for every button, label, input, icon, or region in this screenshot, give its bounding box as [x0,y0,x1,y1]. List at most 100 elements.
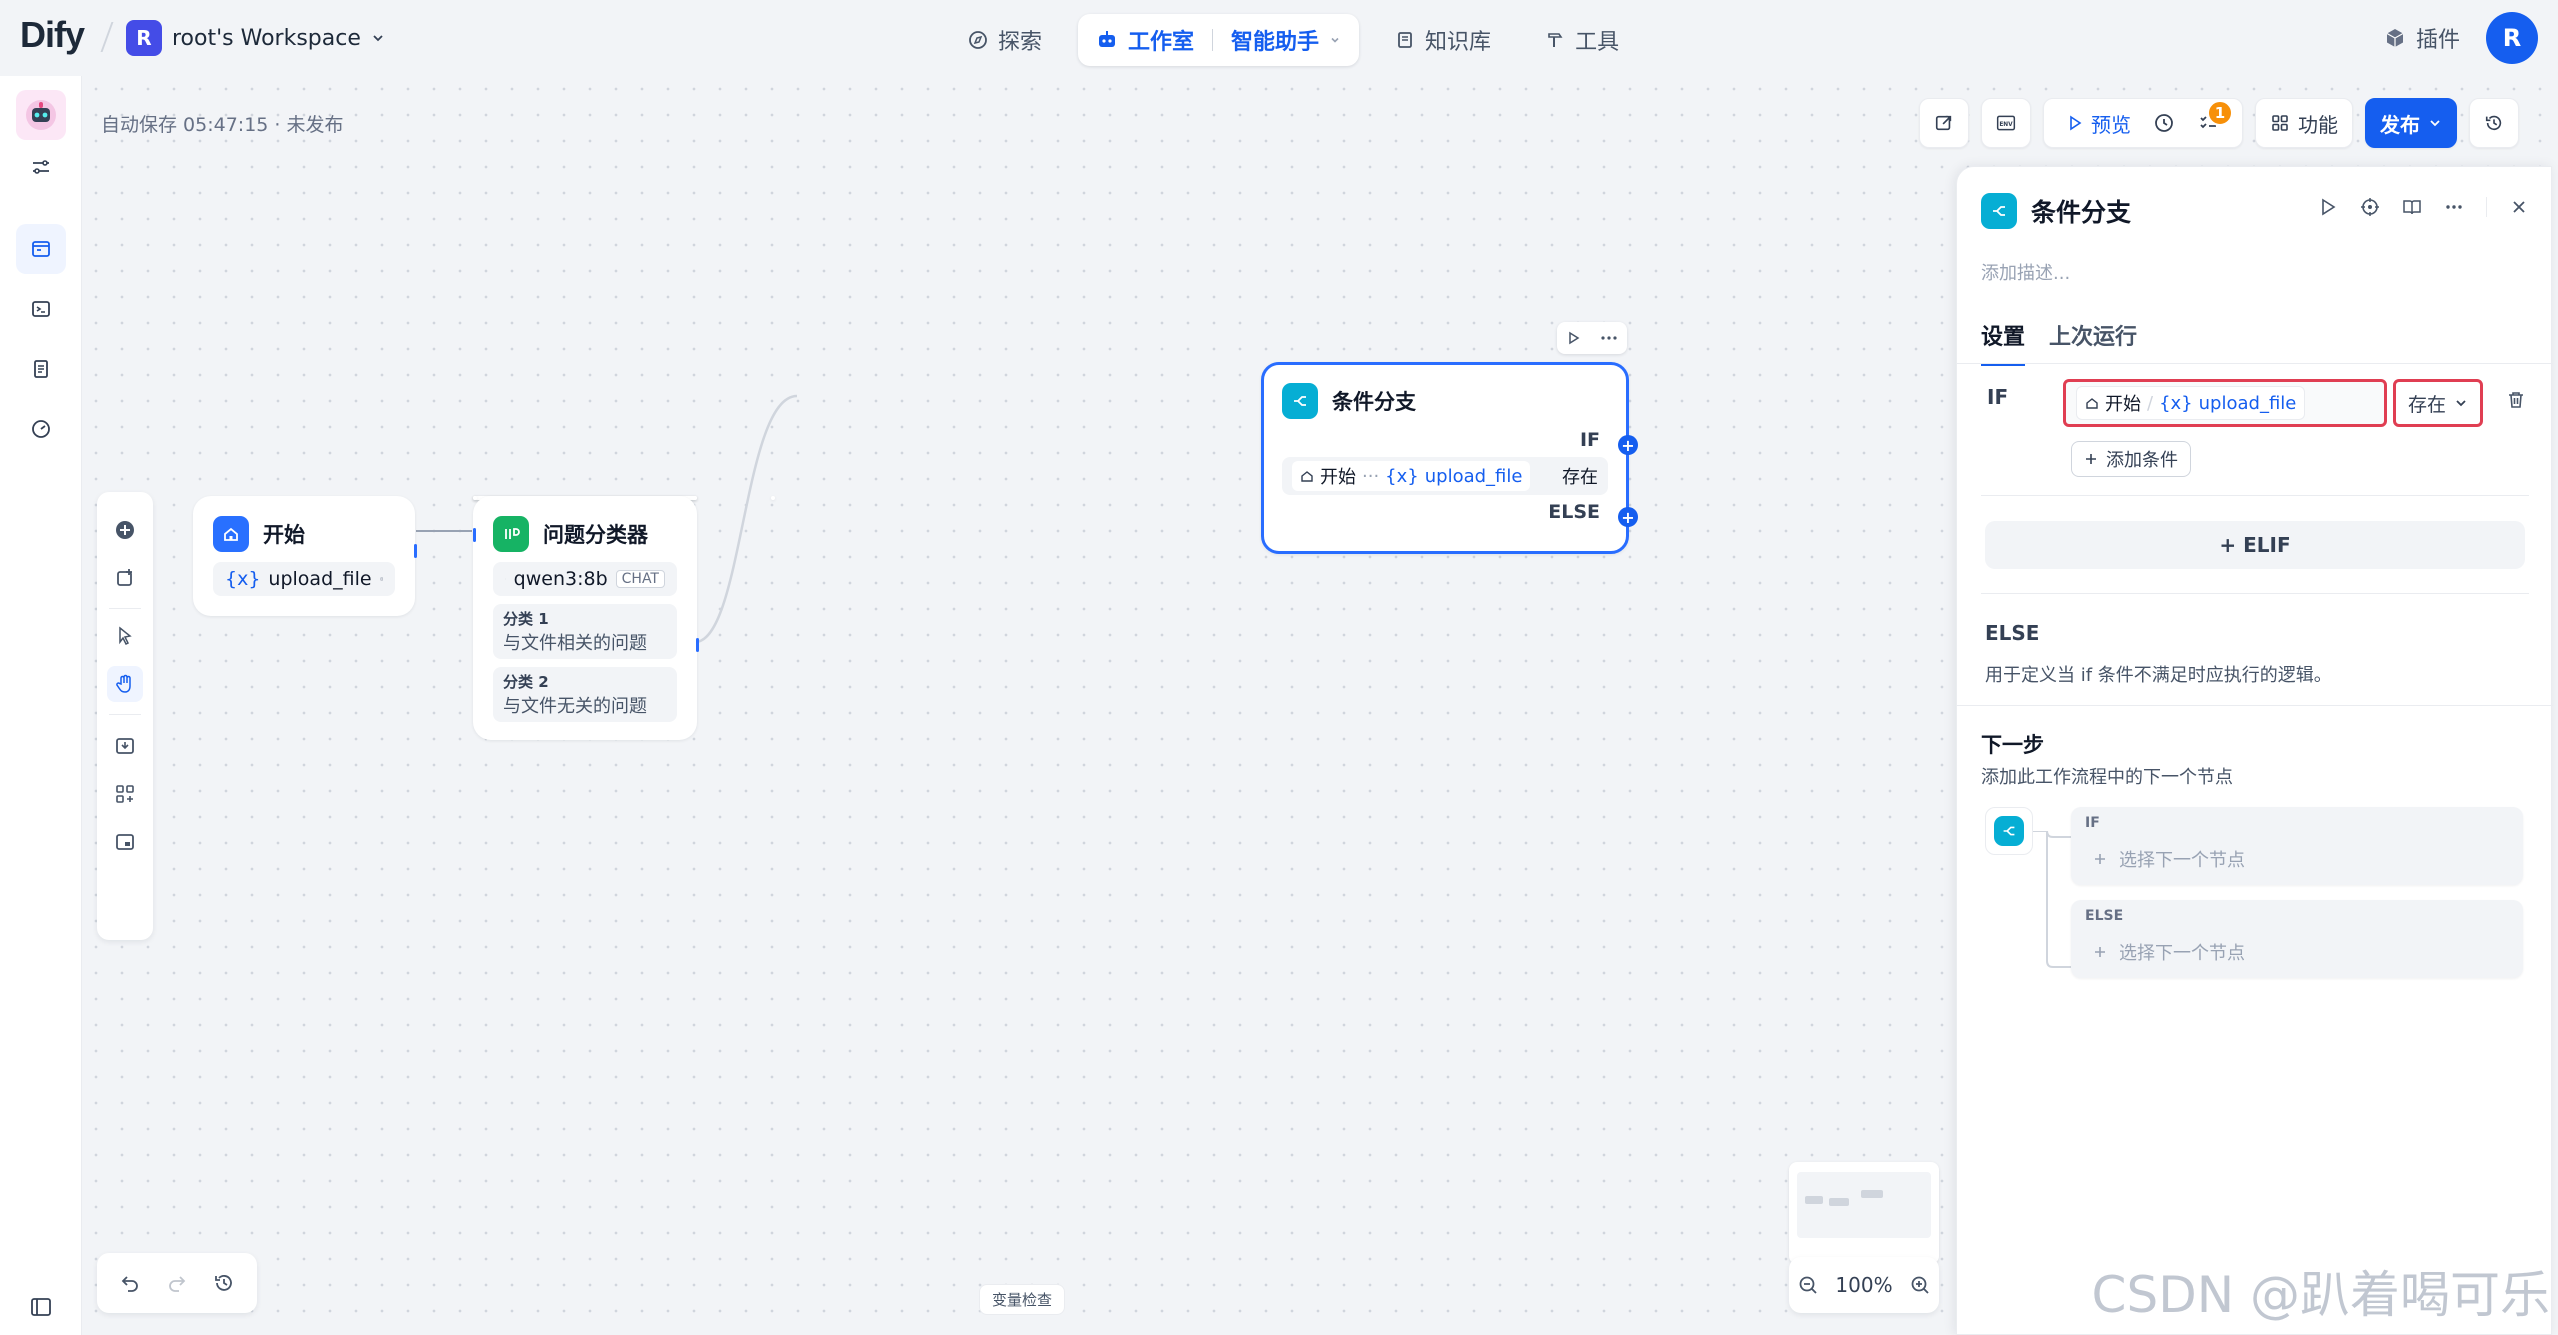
collapse-sidebar-icon[interactable] [16,1282,66,1332]
nav-tools[interactable]: 工具 [1527,14,1637,66]
robot-icon [1099,31,1116,47]
panel-header: 条件分支 [1981,193,2131,229]
grid-icon [2272,115,2288,131]
nav-app-label[interactable]: 智能助手 [1231,24,1319,56]
nav-studio[interactable]: 工作室 智能助手 [1078,14,1360,66]
features-label: 功能 [2298,112,2338,137]
orchestrate-icon[interactable] [16,224,66,274]
workspace-switcher[interactable]: R root's Workspace [126,20,385,56]
output-handle[interactable] [414,544,417,558]
settings-sliders-icon[interactable] [16,142,66,192]
output-handle-class1[interactable] [696,638,699,652]
more-icon[interactable] [1600,331,1618,345]
node-start[interactable]: 开始 {x} upload_file [193,496,417,616]
variable-icon: {x} [225,568,261,590]
publish-button[interactable]: 发布 [2365,98,2457,148]
node-title: 问题分类器 [543,523,648,547]
add-condition-label: 添加条件 [2106,450,2178,471]
run-node-icon[interactable] [1567,331,1581,345]
nav-tools-label: 工具 [1575,30,1620,55]
input-handle[interactable] [473,528,476,542]
next-branch-else: ELSE 选择下一个节点 [2071,900,2523,978]
model-field[interactable]: qwen3:8b CHAT [493,562,677,596]
class-item: 分类 1 与文件相关的问题 [493,604,677,659]
class-text: 与文件无关的问题 [503,696,647,717]
more-icon[interactable] [2444,197,2464,217]
app-robot-icon[interactable] [16,90,66,140]
target-icon[interactable] [2360,197,2380,217]
redo-icon[interactable] [166,1272,188,1294]
checklist-button[interactable]: 1 [2197,100,2233,134]
export-button[interactable] [1919,98,1969,148]
workspace-badge: R [126,20,162,56]
variable-source: 开始 [2105,394,2141,415]
history-icon[interactable] [213,1272,235,1294]
select-next-node[interactable]: 选择下一个节点 [2093,841,2513,877]
next-step-title: 下一步 [1981,733,2044,757]
tab-last-run[interactable]: 上次运行 [2049,319,2137,366]
close-icon[interactable] [2509,197,2529,217]
node-action-bar [1557,322,1627,354]
dummy2 [771,496,775,500]
features-button[interactable]: 功能 [2255,98,2353,148]
zoom-level[interactable]: 100% [1835,1273,1892,1297]
condition-variable-selector[interactable]: 开始 / {x} upload_file [2063,379,2387,427]
nav-knowledge[interactable]: 知识库 [1377,14,1509,66]
env-button[interactable]: ENV [1981,98,2031,148]
node-header: 条件分支 [1264,365,1626,429]
condition-operator-select[interactable]: 存在 [2393,379,2483,427]
plugins-button[interactable]: 插件 [2384,22,2460,54]
add-elif-button[interactable]: + ELIF [1985,521,2525,569]
preview-group: 预览 1 [2043,98,2243,148]
nav-knowledge-label: 知识库 [1425,30,1492,55]
trash-icon [2509,392,2523,408]
branch-icon [1282,383,1318,419]
dify-logo[interactable]: Dify [20,14,85,56]
monitor-gauge-icon[interactable] [16,404,66,454]
zoom-in-icon[interactable] [1909,1274,1931,1296]
else-add-handle[interactable]: + [1618,507,1638,527]
description-input[interactable]: 添加描述... [1981,259,2070,285]
play-icon [2070,115,2082,131]
node-if-else[interactable]: 条件分支 IF 开始 ··· {x} upload_file 存在 ELSE +… [1261,362,1638,554]
run-history-icon[interactable] [2153,112,2175,134]
home-icon [1301,471,1313,482]
nav-explore[interactable]: 探索 [950,14,1060,66]
variable-inspect-button[interactable]: 变量检查 [979,1284,1066,1315]
condition-summary: 开始 ··· {x} upload_file 存在 [1282,457,1608,495]
tab-settings[interactable]: 设置 [1981,319,2026,366]
top-right-area: 插件 R [2384,12,2538,64]
edge-classifier-ifelse [694,394,798,644]
user-avatar[interactable]: R [2486,12,2538,64]
panel-title[interactable]: 条件分支 [2031,193,2131,229]
node-question-classifier[interactable]: 问题分类器 qwen3:8b CHAT 分类 1 与文件相关的问题 分类 2 与… [473,496,699,740]
minimap[interactable] [1789,1162,1939,1264]
add-condition-button[interactable]: 添加条件 [2071,441,2191,477]
book-open-icon[interactable] [2402,197,2422,217]
undo-icon[interactable] [119,1272,141,1294]
variable-name: upload_file [2198,392,2297,414]
version-history-button[interactable] [2469,98,2519,148]
preview-button[interactable]: 预览 [2067,109,2131,138]
select-next-label: 选择下一个节点 [2119,850,2245,871]
workspace-name: root's Workspace [172,25,361,51]
if-add-handle[interactable]: + [1618,435,1638,455]
zoom-out-icon[interactable] [1797,1274,1819,1296]
terminal-icon[interactable] [16,284,66,334]
node-title: 开始 [263,523,305,547]
node-title: 条件分支 [1332,390,1416,414]
panel-tabs: 设置 上次运行 [1981,319,2137,366]
zoom-control: 100% [1789,1257,1939,1313]
if-divider [1981,495,2529,496]
condition-source: 开始 [1320,467,1356,488]
run-node-icon[interactable] [2318,197,2338,217]
delete-condition-button[interactable] [2505,389,2527,416]
class-item: 分类 2 与文件无关的问题 [493,667,677,722]
classifier-icon [493,516,529,552]
path-separator: / [2147,392,2154,414]
top-bar: Dify R root's Workspace 探索 工作室 智能助手 知识库 … [0,0,2558,76]
chevron-down-icon [373,35,383,42]
logs-icon[interactable] [16,344,66,394]
book-icon [1398,32,1412,48]
select-next-node[interactable]: 选择下一个节点 [2093,934,2513,970]
